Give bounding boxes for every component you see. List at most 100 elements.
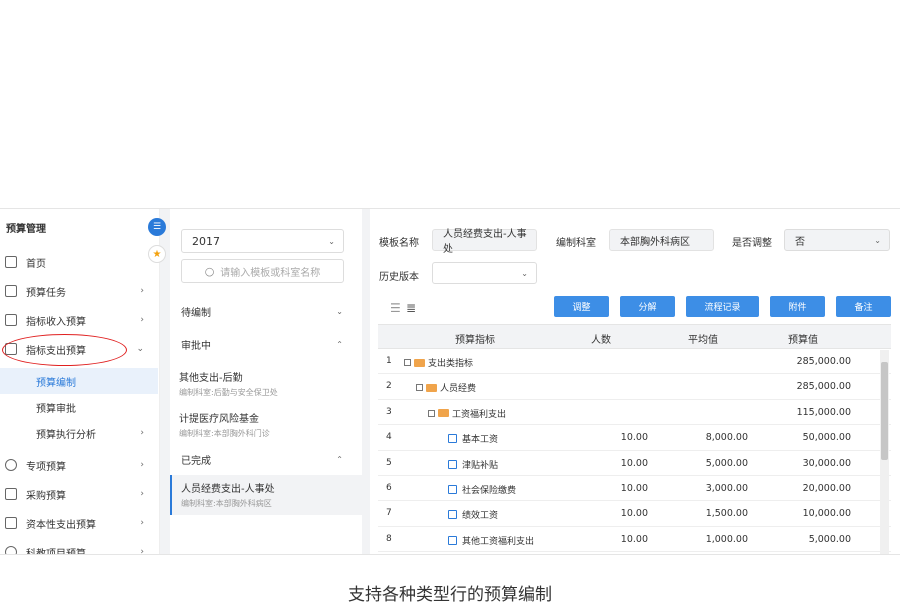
- row-number: 7: [386, 508, 392, 519]
- sidebar-subitem-label: 预算执行分析: [36, 429, 96, 441]
- income-icon: [5, 314, 17, 326]
- chevron-right-icon: ›: [140, 286, 144, 296]
- sidebar-item-budget-task[interactable]: 预算任务 ›: [0, 279, 158, 303]
- adjust-label: 是否调整: [732, 238, 772, 249]
- row-average: 1,000.00: [705, 533, 748, 545]
- research-icon: [5, 546, 17, 554]
- chevron-down-icon: ⌄: [136, 344, 144, 354]
- row-name: 基本工资: [448, 432, 498, 445]
- sidebar-item-home[interactable]: 首页: [0, 250, 158, 274]
- panel-gap: [362, 209, 370, 554]
- collapse-toggle-icon[interactable]: [404, 359, 411, 366]
- group-completed[interactable]: 已完成 ⌃: [181, 449, 351, 469]
- table-header: 预算指标 人数 平均值 预算值: [378, 324, 891, 349]
- sidebar-item-label: 专项预算: [26, 461, 66, 473]
- remark-button[interactable]: 备注: [836, 296, 891, 317]
- list-view-icon[interactable]: ☰: [390, 301, 401, 315]
- capital-icon: [5, 517, 17, 529]
- group-label: 审批中: [181, 340, 211, 352]
- sidebar-item-research-budget[interactable]: 科教项目预算 ›: [0, 540, 158, 555]
- document-icon: [448, 535, 457, 545]
- row-budget: 30,000.00: [802, 457, 851, 469]
- adjust-value: 否: [795, 236, 805, 248]
- sidebar-subitem-budget-approve[interactable]: 预算审批: [0, 394, 158, 420]
- group-label: 待编制: [181, 307, 211, 319]
- year-select[interactable]: 2017 ⌄: [181, 229, 344, 253]
- template-name-label: 模板名称: [379, 238, 419, 249]
- table-row[interactable]: 8 其他工资福利支出 10.00 1,000.00 5,000.00: [378, 527, 891, 553]
- menu-toggle-button[interactable]: ☰: [148, 218, 166, 236]
- template-name-field: 人员经费支出-人事处: [432, 229, 537, 255]
- row-name: 人员经费: [416, 381, 476, 394]
- adjust-button[interactable]: 调整: [554, 296, 609, 317]
- chevron-right-icon: ›: [140, 428, 144, 438]
- compact-view-icon[interactable]: ≣: [406, 301, 416, 315]
- chevron-up-icon: ⌃: [336, 339, 343, 349]
- group-approving[interactable]: 审批中 ⌃: [181, 334, 351, 354]
- row-budget: 5,000.00: [808, 533, 851, 545]
- card-subtitle: 编制科室:本部胸外科病区: [181, 499, 272, 508]
- sidebar-item-label: 科教项目预算: [26, 548, 86, 555]
- row-budget: 285,000.00: [796, 356, 851, 367]
- search-input[interactable]: ○ 请输入模板或科室名称: [181, 259, 344, 283]
- sidebar: 预算管理 首页 预算任务 › 指标收入预算 › 指标支出预算 ⌄ 预算编制 预算…: [0, 209, 160, 555]
- favorite-button[interactable]: ★: [148, 245, 166, 263]
- row-name: 支出类指标: [404, 356, 473, 369]
- template-card[interactable]: 其他支出-后勤 编制科室:后勤与安全保卫处: [170, 364, 362, 404]
- collapse-toggle-icon[interactable]: [416, 384, 423, 392]
- folder-icon: [414, 358, 425, 367]
- sidebar-item-label: 指标收入预算: [26, 316, 86, 328]
- row-people: 10.00: [620, 432, 648, 444]
- search-icon: ○: [204, 264, 215, 278]
- list-icon: ☰: [152, 222, 162, 232]
- scrollbar-thumb[interactable]: [881, 362, 888, 460]
- sidebar-subitem-budget-compile[interactable]: 预算编制: [0, 368, 158, 394]
- adjust-select[interactable]: 否 ⌄: [784, 229, 890, 251]
- table-row[interactable]: 3 工资福利支出 115,000.00: [378, 400, 891, 426]
- history-select[interactable]: ⌄: [432, 262, 537, 284]
- search-placeholder: 请输入模板或科室名称: [220, 267, 321, 279]
- row-people: 10.00: [620, 482, 648, 494]
- row-name-text: 支出类指标: [428, 359, 474, 369]
- document-icon: [448, 434, 457, 444]
- chevron-down-icon: ⌄: [328, 236, 335, 246]
- table-row[interactable]: 2 人员经费 285,000.00: [378, 374, 891, 400]
- year-value: 2017: [192, 234, 220, 248]
- highlight-ellipse: [2, 334, 127, 366]
- attachment-button[interactable]: 附件: [770, 296, 825, 317]
- card-title: 人员经费支出-人事处: [181, 484, 275, 495]
- row-name-text: 绩效工资: [462, 511, 499, 522]
- chevron-up-icon: ⌃: [336, 454, 343, 464]
- table-row[interactable]: 7 绩效工资 10.00 1,500.00 10,000.00: [378, 501, 891, 527]
- document-icon: [448, 510, 457, 520]
- chevron-right-icon: ›: [140, 518, 144, 528]
- table-row[interactable]: 5 津贴补贴 10.00 5,000.00 30,000.00: [378, 451, 891, 476]
- header-indicator: 预算指标: [455, 335, 495, 346]
- row-name-text: 工资福利支出: [452, 409, 507, 420]
- split-button[interactable]: 分解: [620, 296, 675, 317]
- table-row[interactable]: 1 支出类指标 285,000.00: [378, 349, 891, 375]
- row-people: 10.00: [620, 533, 648, 545]
- dept-field: 本部胸外科病区: [609, 229, 714, 251]
- process-log-button[interactable]: 流程记录: [686, 296, 759, 317]
- row-people: 10.00: [620, 457, 648, 469]
- template-card-selected[interactable]: 人员经费支出-人事处 编制科室:本部胸外科病区: [170, 475, 362, 515]
- collapse-toggle-icon[interactable]: [428, 409, 435, 417]
- sidebar-item-special-budget[interactable]: 专项预算 ›: [0, 453, 158, 477]
- template-card[interactable]: 计提医疗风险基金 编制科室:本部胸外科门诊: [170, 405, 362, 445]
- caption: 支持各种类型行的预算编制: [348, 585, 552, 605]
- sidebar-item-purchase-budget[interactable]: 采购预算 ›: [0, 482, 158, 506]
- row-number: 8: [386, 533, 392, 544]
- star-icon: ★: [152, 248, 162, 260]
- sidebar-item-capital-budget[interactable]: 资本性支出预算 ›: [0, 511, 158, 535]
- group-pending[interactable]: 待编制 ⌄: [181, 301, 351, 321]
- dept-value: 本部胸外科病区: [620, 236, 690, 248]
- table-row[interactable]: 6 社会保险缴费 10.00 3,000.00 20,000.00: [378, 476, 891, 502]
- table-row[interactable]: 4 基本工资 10.00 8,000.00 50,000.00: [378, 425, 891, 451]
- header-people: 人数: [591, 335, 611, 346]
- sidebar-item-income-budget[interactable]: 指标收入预算 ›: [0, 308, 158, 332]
- group-label: 已完成: [181, 455, 211, 467]
- sidebar-subitem-budget-analysis[interactable]: 预算执行分析 ›: [0, 420, 158, 446]
- special-icon: [5, 459, 17, 471]
- row-number: 4: [386, 432, 392, 443]
